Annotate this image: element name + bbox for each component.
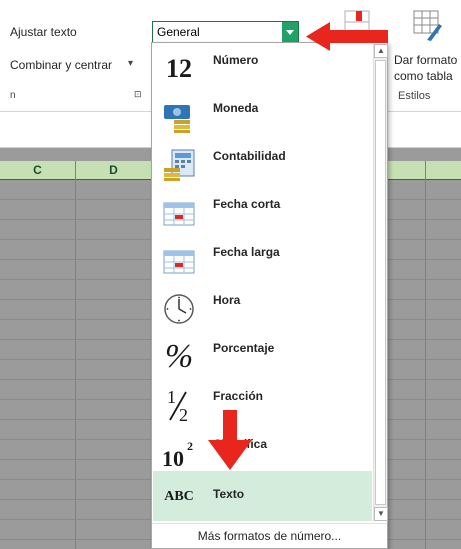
clock-icon [161,291,197,327]
svg-text:10: 10 [162,446,184,470]
format-option-scientific[interactable]: 10 2 Científica [153,429,372,477]
number-format-dropdown-button[interactable] [282,22,298,42]
format-option-number[interactable]: 12 Número [153,45,372,93]
format-option-time[interactable]: Hora [153,285,372,333]
merge-center-button[interactable]: Combinar y centrar [10,58,112,72]
more-number-formats-link[interactable]: Más formatos de número... [152,523,387,549]
number-format-value: General [157,25,200,39]
text-format-icon: ABC [164,489,194,504]
svg-text:1: 1 [167,387,176,407]
wrap-text-button[interactable]: Ajustar texto [10,25,77,39]
format-option-accounting[interactable]: Contabilidad [153,141,372,189]
annotation-arrow-left-icon [306,22,388,51]
format-option-currency[interactable]: Moneda [153,93,372,141]
dialog-launcher-icon[interactable]: ⊡ [134,89,142,100]
format-as-table-label-2[interactable]: como tabla [394,69,453,83]
format-option-short-date[interactable]: Fecha corta [153,189,372,237]
format-option-label: Fracción [213,389,264,403]
number-icon: 12 [166,54,192,83]
scrollbar-thumb[interactable] [375,60,386,505]
long-date-icon [161,243,197,279]
format-option-label: Fecha corta [213,197,281,211]
alignment-group-label: n [10,90,16,101]
format-option-label: Fecha larga [213,245,280,259]
format-option-text[interactable]: ABC Texto [153,471,372,521]
format-option-fraction[interactable]: 1 2 Fracción [153,381,372,429]
format-option-label: Moneda [213,101,259,115]
number-format-dropdown: 12 Número Moneda Contabilidad Fecha cort… [151,42,388,549]
format-option-long-date[interactable]: Fecha larga [153,237,372,285]
svg-text:2: 2 [187,439,193,453]
format-option-label: Número [213,53,259,67]
format-option-label: Contabilidad [213,149,286,163]
fraction-icon: 1 2 [161,387,197,423]
accounting-icon [161,147,197,183]
number-format-combobox[interactable]: General [152,21,299,43]
format-option-percentage[interactable]: % Porcentaje [153,333,372,381]
currency-icon [161,99,197,135]
format-option-label: Texto [213,487,245,501]
column-header-d[interactable]: D [76,161,151,180]
column-header-c[interactable]: C [0,161,75,180]
format-as-table-icon[interactable] [413,10,443,42]
dropdown-scrollbar[interactable]: ▲ ▼ [373,44,388,521]
format-option-label: Hora [213,293,241,307]
format-as-table-label-1[interactable]: Dar formato [394,53,457,67]
scroll-down-icon[interactable]: ▼ [374,507,388,521]
styles-group-label: Estilos [398,90,431,102]
chevron-down-icon [286,29,294,35]
scientific-icon: 10 2 [161,435,197,471]
annotation-arrow-down-icon [208,410,252,470]
percent-icon: % [164,338,194,375]
format-option-label: Porcentaje [213,341,275,355]
svg-text:2: 2 [179,405,188,423]
short-date-icon [161,195,197,231]
merge-dropdown-icon[interactable]: ▾ [128,58,133,69]
